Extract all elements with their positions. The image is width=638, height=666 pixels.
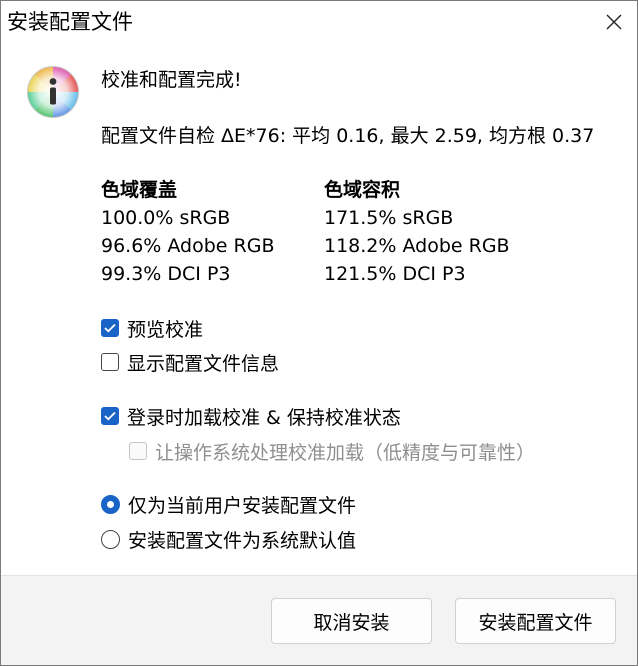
install-profile-button[interactable]: 安装配置文件 — [455, 598, 616, 644]
preview-calibration-checkbox[interactable] — [101, 319, 119, 337]
cancel-install-button[interactable]: 取消安装 — [271, 598, 432, 644]
show-profile-info-option[interactable]: 显示配置文件信息 — [101, 348, 279, 376]
install-current-user-option[interactable]: 仅为当前用户安装配置文件 — [101, 490, 356, 518]
load-on-login-checkbox[interactable] — [101, 407, 119, 425]
gamut-volume-heading: 色域容积 — [324, 179, 401, 201]
show-profile-info-label: 显示配置文件信息 — [127, 352, 280, 375]
gamut-coverage-heading: 色域覆盖 — [101, 179, 178, 201]
load-on-login-label: 登录时加载校准 & 保持校准状态 — [127, 406, 401, 429]
headline: 校准和配置完成! — [101, 69, 242, 91]
gamut-coverage-adobe-rgb: 96.6% Adobe RGB — [101, 235, 275, 257]
load-on-login-option[interactable]: 登录时加载校准 & 保持校准状态 — [101, 402, 401, 430]
install-system-default-radio[interactable] — [101, 529, 120, 549]
os-handles-loading-label: 让操作系统处理校准加载（低精度与可靠性） — [155, 441, 536, 464]
profile-self-check: 配置文件自检 ΔE*76: 平均 0.16, 最大 2.59, 均方根 0.37 — [101, 125, 595, 147]
check-icon — [104, 411, 116, 421]
preview-calibration-label: 预览校准 — [127, 318, 204, 341]
window-title: 安装配置文件 — [7, 10, 133, 34]
close-button[interactable] — [591, 1, 637, 43]
show-profile-info-checkbox[interactable] — [101, 353, 119, 371]
gamut-volume-adobe-rgb: 118.2% Adobe RGB — [324, 235, 510, 257]
install-system-default-label: 安装配置文件为系统默认值 — [128, 529, 357, 552]
info-icon — [27, 66, 79, 118]
os-handles-loading-checkbox — [129, 442, 147, 460]
install-profile-dialog: 安装配置文件 校准和配置完成! 配置文件自检 ΔE*76: 平均 0.16, 最… — [0, 0, 638, 666]
title-bar: 安装配置文件 — [1, 1, 637, 45]
gamut-volume-srgb: 171.5% sRGB — [324, 207, 454, 229]
gamut-coverage-dci-p3: 99.3% DCI P3 — [101, 263, 231, 285]
install-current-user-radio[interactable] — [101, 494, 120, 514]
close-icon — [606, 14, 622, 30]
check-icon — [104, 323, 116, 333]
install-system-default-option[interactable]: 安装配置文件为系统默认值 — [101, 525, 356, 553]
dialog-footer: 取消安装 安装配置文件 — [1, 575, 637, 665]
gamut-volume-dci-p3: 121.5% DCI P3 — [324, 263, 466, 285]
os-handles-loading-option: 让操作系统处理校准加载（低精度与可靠性） — [129, 437, 535, 465]
preview-calibration-option[interactable]: 预览校准 — [101, 314, 203, 342]
install-current-user-label: 仅为当前用户安装配置文件 — [128, 494, 357, 517]
gamut-coverage-srgb: 100.0% sRGB — [101, 207, 231, 229]
